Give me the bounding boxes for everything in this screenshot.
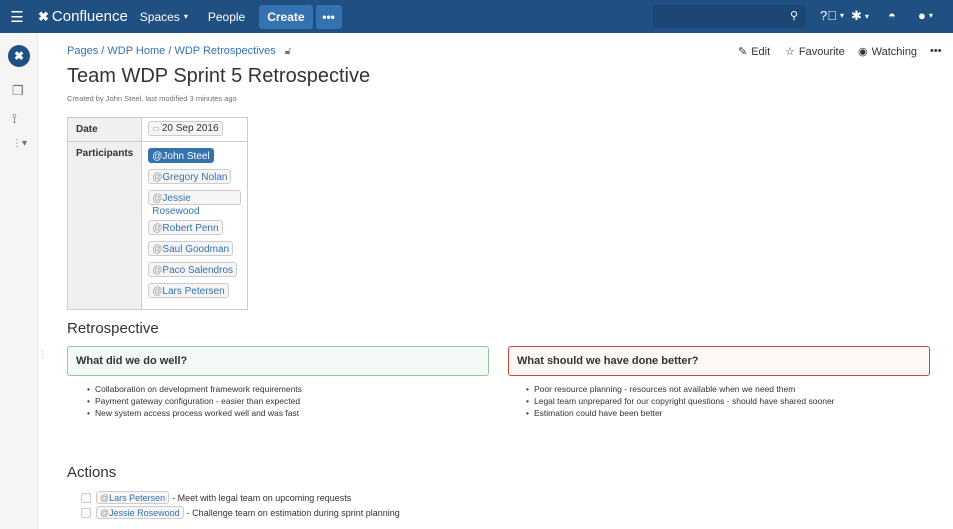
search-icon: ⚲	[789, 10, 798, 22]
task-text: - Challenge team on estimation during sp…	[186, 507, 400, 518]
help-menu[interactable]: ?⃝ ▾	[820, 8, 844, 23]
settings-menu[interactable]: ✱ ▾	[851, 8, 869, 24]
avatar-icon: ●	[918, 8, 926, 23]
mention-link[interactable]: @Lars Petersen	[96, 491, 170, 504]
blog-feed-icon[interactable]: ⟟	[12, 111, 17, 127]
breadcrumb: Pages / WDP Home / WDP Retrospectives 🔓︎	[67, 45, 292, 57]
user-menu[interactable]: ● ▾	[918, 8, 933, 23]
list-item: Estimation could have been better	[526, 408, 835, 419]
edit-button[interactable]: ✎ Edit	[738, 45, 771, 59]
chevron-down-icon: ▾	[864, 11, 869, 21]
star-icon: ☆	[785, 46, 795, 58]
breadcrumb-wdp-retrospectives[interactable]: WDP Retrospectives	[174, 45, 275, 57]
unlock-icon[interactable]: 🔓︎	[285, 46, 291, 57]
brand-name: Confluence	[51, 8, 128, 25]
went-well-panel: What did we do well?	[67, 346, 489, 376]
help-icon: ?⃝	[820, 8, 837, 23]
nav-people[interactable]: People	[208, 10, 245, 24]
list-item: Collaboration on development framework r…	[87, 384, 302, 395]
task-checkbox[interactable]	[81, 507, 91, 518]
sidebar-resize-handle[interactable]: · · ·	[41, 347, 44, 362]
mention-link[interactable]: @Paco Salendros	[148, 262, 238, 277]
mention-link[interactable]: @Lars Petersen	[148, 283, 229, 298]
list-item: Poor resource planning - resources not a…	[526, 384, 835, 395]
chevron-down-icon: ▾	[183, 12, 188, 21]
list-item: Legal team unprepared for our copyright …	[526, 396, 835, 407]
nav-spaces[interactable]: Spaces ▾	[140, 10, 188, 24]
calendar-icon: ▭	[152, 124, 160, 133]
favourite-label: Favourite	[798, 45, 845, 58]
sidebar: ✖ ❐ ⟟ ⋮▾	[0, 33, 38, 529]
bell-icon: ◓	[888, 8, 896, 23]
task-text: - Meet with legal team on upcoming reque…	[172, 492, 352, 503]
task-item: @Jessie Rosewood - Challenge team on est…	[81, 506, 400, 519]
mention-link[interactable]: @Saul Goodman	[148, 241, 234, 256]
confluence-logo-icon: ✖	[38, 8, 49, 24]
mention-link[interactable]: @Gregory Nolan	[148, 169, 232, 184]
task-checkbox[interactable]	[81, 492, 91, 503]
gear-icon: ✱	[851, 8, 862, 23]
meta-table: Date ▭ 20 Sep 2016 Participants @John St…	[66, 117, 249, 310]
actions-heading: Actions	[67, 464, 117, 481]
space-logo-icon[interactable]: ✖	[8, 45, 30, 67]
breadcrumb-pages[interactable]: Pages	[67, 45, 98, 57]
chevron-down-icon: ▾	[928, 11, 933, 20]
edit-label: Edit	[751, 45, 771, 58]
list-item: New system access process worked well an…	[87, 408, 302, 419]
create-button[interactable]: Create	[259, 4, 313, 29]
pencil-icon: ✎	[738, 46, 748, 58]
breadcrumb-wdp-home[interactable]: WDP Home	[107, 45, 165, 57]
eye-icon: ◉	[858, 46, 868, 58]
retrospective-heading: Retrospective	[67, 320, 159, 337]
went-well-list: Collaboration on development framework r…	[87, 384, 302, 420]
pages-icon[interactable]: ❐	[12, 83, 24, 99]
date-value: 20 Sep 2016	[161, 123, 219, 134]
task-item: @Lars Petersen - Meet with legal team on…	[81, 491, 351, 504]
chevron-down-icon: ▾	[839, 11, 844, 20]
create-more-button[interactable]: •••	[315, 4, 342, 29]
search-input[interactable]: ⚲	[653, 5, 806, 28]
do-better-panel: What should we have done better?	[508, 346, 930, 376]
date-lozenge[interactable]: ▭ 20 Sep 2016	[148, 121, 223, 136]
mention-link[interactable]: @Jessie Rosewood	[148, 190, 242, 217]
favourite-button[interactable]: ☆ Favourite	[785, 45, 845, 59]
more-actions-button[interactable]: •••	[930, 45, 942, 57]
date-label: Date	[66, 117, 143, 142]
top-navigation-bar: ☰ ✖ Confluence Spaces ▾ People Create ••…	[0, 0, 953, 33]
page-title: Team WDP Sprint 5 Retrospective	[67, 65, 371, 87]
watching-button[interactable]: ◉ Watching	[858, 45, 918, 59]
mention-link[interactable]: @John Steel	[148, 148, 214, 163]
do-better-list: Poor resource planning - resources not a…	[526, 384, 835, 420]
mention-link[interactable]: @Jessie Rosewood	[96, 506, 184, 519]
watching-label: Watching	[871, 45, 918, 58]
list-item: Payment gateway configuration - easier t…	[87, 396, 302, 407]
nav-people-label: People	[207, 9, 246, 24]
menu-icon[interactable]: ☰	[0, 0, 34, 33]
participants-label: Participants	[66, 141, 143, 310]
confluence-logo[interactable]: ✖ Confluence	[38, 8, 128, 25]
notifications-button[interactable]: ◓	[888, 8, 896, 23]
mention-link[interactable]: @Robert Penn	[148, 220, 223, 235]
nav-spaces-label: Spaces	[139, 9, 180, 24]
page-byline: Created by John Steel, last modified 3 m…	[67, 94, 237, 103]
page-tree-icon[interactable]: ⋮▾	[12, 138, 27, 149]
